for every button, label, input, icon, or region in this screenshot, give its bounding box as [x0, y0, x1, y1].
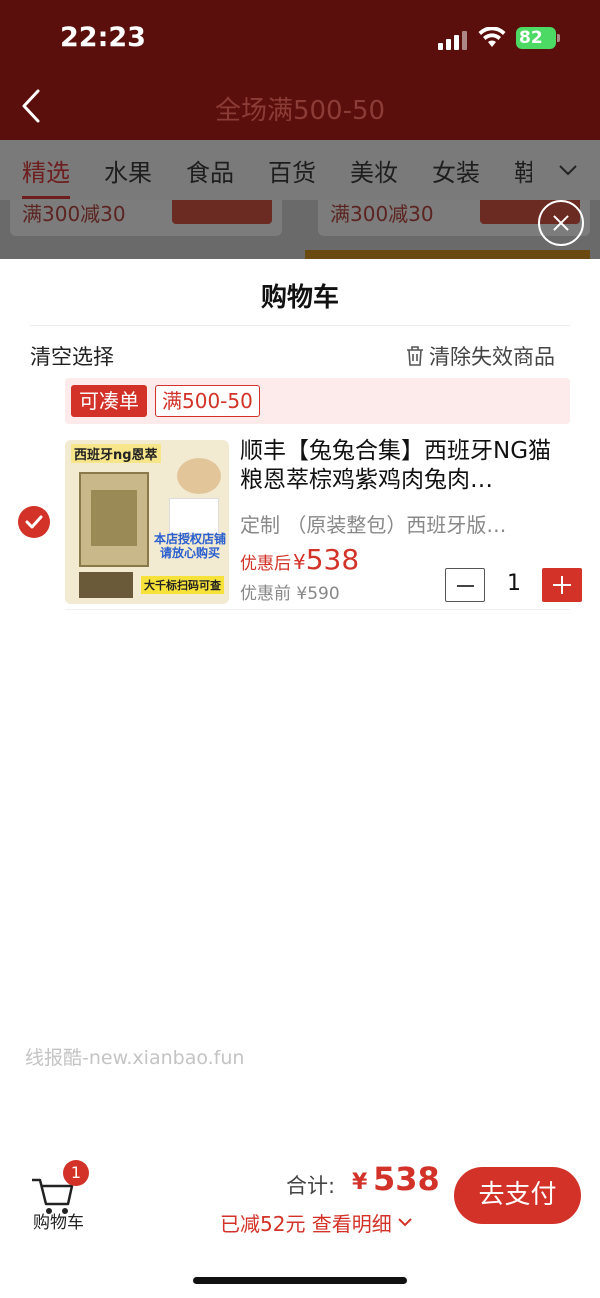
total-amount: 538 — [373, 1160, 440, 1198]
page-title: 全场满500-50 — [214, 96, 386, 126]
quantity-value[interactable]: 1 — [495, 571, 533, 596]
quantity-decrease-button[interactable] — [445, 568, 485, 602]
price-after: 优惠后 ¥ 538 — [240, 543, 360, 576]
promo-rule: 满500-50 — [155, 385, 260, 417]
cart-badge: 1 — [63, 1160, 89, 1186]
promo-tag[interactable]: 可凑单 — [71, 385, 147, 417]
wifi-icon — [478, 27, 506, 47]
trash-icon — [407, 346, 423, 366]
discount-text: 已减52元 查看明细 — [220, 1212, 392, 1236]
total-label: 合计: — [286, 1174, 336, 1198]
status-time: 22:23 — [60, 22, 146, 53]
bg-product-card: 满300减30 — [10, 200, 282, 236]
cart-sheet: 购物车 清空选择 清除失效商品 可凑单 满500-50 西班牙ng恩萃 本店授权… — [0, 259, 600, 1298]
sheet-title: 购物车 — [260, 283, 339, 313]
battery-icon: 82 — [516, 27, 560, 49]
check-icon — [25, 515, 43, 529]
product-name[interactable]: 顺丰【兔兔合集】西班牙NG猫粮恩萃棕鸡紫鸡肉兔肉… — [240, 437, 570, 497]
price-before: 优惠前 ¥590 — [240, 584, 340, 604]
home-indicator — [193, 1277, 407, 1284]
close-sheet-button[interactable] — [538, 200, 584, 246]
clear-invalid-button[interactable]: 清除失效商品 — [405, 341, 555, 371]
item-checkbox[interactable] — [18, 506, 50, 538]
status-bar: 22:23 82 — [0, 0, 600, 80]
tab-indicator — [22, 196, 70, 199]
clear-selection-button[interactable]: 清空选择 — [30, 341, 114, 371]
total-currency: ¥ — [352, 1170, 368, 1195]
category-tabs: 精选 水果 食品 百货 美妆 女装 鞋 — [0, 140, 600, 200]
tab-womens[interactable]: 女装 — [432, 153, 480, 188]
chevron-down-icon — [559, 165, 577, 176]
tab-featured[interactable]: 精选 — [22, 153, 70, 188]
category-expand-button[interactable] — [532, 140, 600, 200]
tab-fruit[interactable]: 水果 — [104, 153, 152, 188]
quantity-increase-button[interactable] — [542, 568, 582, 602]
pay-button[interactable]: 去支付 — [454, 1167, 581, 1224]
watermark: 线报酷-new.xianbao.fun — [25, 1047, 245, 1069]
chevron-down-icon — [398, 1218, 412, 1227]
discount-details-link[interactable]: 已减52元 查看明细 — [220, 1208, 412, 1237]
product-spec[interactable]: 定制 （原装整包）西班牙版… — [240, 509, 550, 538]
product-image[interactable]: 西班牙ng恩萃 本店授权店铺请放心购买 大千标扫码可查 — [65, 440, 229, 604]
cart-label[interactable]: 购物车 — [33, 1208, 84, 1233]
tab-beauty[interactable]: 美妆 — [350, 153, 398, 188]
tab-general[interactable]: 百货 — [268, 153, 316, 188]
clear-invalid-label: 清除失效商品 — [429, 345, 555, 369]
background-products: 满300减30 满300减30 — [0, 200, 600, 260]
signal-icon — [438, 30, 467, 50]
tab-food[interactable]: 食品 — [186, 153, 234, 188]
promo-row: 可凑单 满500-50 — [65, 378, 570, 424]
